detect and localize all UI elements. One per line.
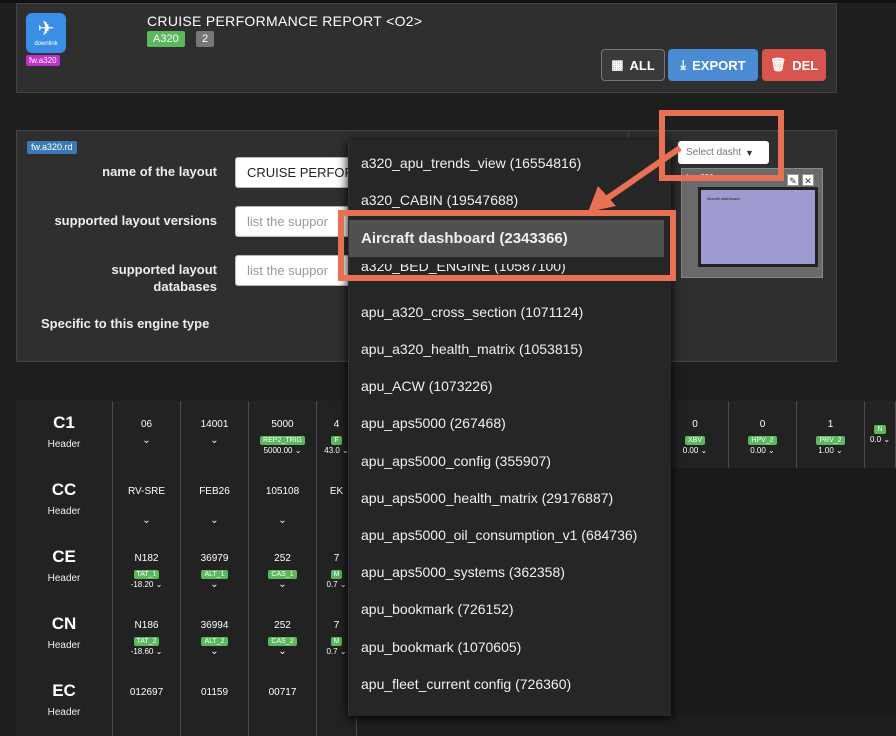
databases-label-line1: supported layout <box>111 262 217 277</box>
dropdown-item[interactable]: a320_apu_trends_view (16554816) <box>361 155 581 171</box>
chevron-down-icon: ⌄ <box>142 435 151 446</box>
app-logo: ✈ downlink <box>26 13 66 53</box>
rd-tag: fw.a320.rd <box>27 141 77 154</box>
edit-icon[interactable]: ✎ <box>787 174 799 186</box>
logo-caption: downlink <box>34 41 58 47</box>
name-label: name of the layout <box>102 164 217 179</box>
row-sub: Header <box>47 640 81 651</box>
grid-row: CC Header RV-SRE ⌄ FEB26 ⌄ 105108 ⌄ EK <box>16 468 357 535</box>
row-header: EC Header <box>16 669 113 736</box>
dropdown-item[interactable]: apu_aps5000 (267468) <box>361 415 506 431</box>
dropdown-item[interactable]: apu_bookmark (1070605) <box>361 639 521 655</box>
grid-cell[interactable]: 0 HPV_2 0.00 ⌄ <box>729 401 797 468</box>
count-badge: 2 <box>196 31 215 47</box>
trash-icon: 🗑 <box>769 57 787 72</box>
grid-cell[interactable]: N182 TAT_1 -18.20 ⌄ <box>113 535 181 602</box>
dropdown-item[interactable]: a320_CABIN (19547688) <box>361 192 518 208</box>
row-sub: Header <box>47 707 81 718</box>
row-sub: Header <box>47 439 81 450</box>
close-icon[interactable]: ✕ <box>802 174 814 186</box>
grid-cell[interactable]: 252 CAS_2 ⌄ <box>249 602 317 669</box>
row-code: CE <box>52 547 76 566</box>
dropdown-item[interactable]: apu_aps5000_config (355907) <box>361 453 551 469</box>
all-button-label: ALL <box>629 57 655 73</box>
grid-row: CE Header N182 TAT_1 -18.20 ⌄ 36979 ALT_1 ⌄ 2… <box>16 535 357 602</box>
row-code: EC <box>52 681 76 700</box>
engine-label: Specific to this engine type <box>41 316 210 331</box>
chevron-down-icon: ⌄ <box>210 435 219 446</box>
export-button[interactable]: ⤓ EXPORT <box>668 49 758 81</box>
dropdown-item[interactable]: apu_aps5000_systems (362358) <box>361 564 565 580</box>
dropdown-item[interactable]: apu_aps5000_health_matrix (29176887) <box>361 490 613 506</box>
grid-cell[interactable]: FEB26 ⌄ <box>181 468 249 535</box>
airplane-icon: ✈ <box>37 18 55 40</box>
preview-screen: Aircraft dashboard <box>698 187 818 267</box>
dropdown-item[interactable]: apu_ACW (1073226) <box>361 378 493 394</box>
aircraft-badge: A320 <box>147 31 185 47</box>
row-header: CN Header <box>16 602 113 669</box>
all-button[interactable]: ▦ ALL <box>601 49 665 81</box>
databases-label-line2: databases <box>153 279 217 294</box>
dashboard-preview: fw.a320 ✎ ✕ Aircraft dashboard <box>681 168 823 278</box>
grid-icon: ▦ <box>611 57 624 72</box>
grid-cell[interactable]: RV-SRE ⌄ <box>113 468 181 535</box>
grid-cell[interactable]: 36994 ALT_2 ⌄ <box>181 602 249 669</box>
page-title: CRUISE PERFORMANCE REPORT <O2> <box>147 13 423 29</box>
dropdown-item[interactable]: apu_a320_cross_section (1071124) <box>361 304 583 320</box>
grid-cell[interactable]: 14001 ⌄ <box>181 401 249 468</box>
row-code: CC <box>51 480 77 499</box>
grid-cell[interactable]: 252 CAS_1 ⌄ <box>249 535 317 602</box>
dropdown-item[interactable]: apu_fleet_current config (726360) <box>361 676 571 692</box>
grid-cell[interactable]: N186 TAT_2 -18.60 ⌄ <box>113 602 181 669</box>
grid-cell[interactable]: 105108 ⌄ <box>249 468 317 535</box>
row-sub: Header <box>47 573 81 584</box>
grid-cell[interactable]: N 0.0 ⌄ <box>865 401 896 468</box>
grid-cell[interactable]: 36979 ALT_1 ⌄ <box>181 535 249 602</box>
row-header: C1 Header <box>16 401 113 468</box>
grid-cell[interactable]: 01159 <box>181 669 249 736</box>
row-header: CE Header <box>16 535 113 602</box>
delete-button-label: DEL <box>792 57 819 73</box>
grid-row: EC Header 012697 01159 00717 <box>16 669 357 736</box>
dropdown-item[interactable]: apu_aps5000_oil_consumption_v1 (684736) <box>361 527 637 543</box>
row-sub: Header <box>47 506 81 517</box>
grid-cell[interactable]: 012697 <box>113 669 181 736</box>
delete-button[interactable]: 🗑 DEL <box>762 49 826 81</box>
grid-cell[interactable]: 1 PRV_2 1.00 ⌄ <box>797 401 865 468</box>
report-header: ✈ downlink fw.a320 CRUISE PERFORMANCE RE… <box>16 3 837 93</box>
versions-label: supported layout versions <box>54 213 217 228</box>
grid-cell[interactable]: 5000 REP2_TRIG 5000.00 ⌄ <box>249 401 317 468</box>
fw-tag: fw.a320 <box>26 55 60 66</box>
grid-cell[interactable]: 00717 <box>249 669 317 736</box>
grid-cell[interactable]: 06 ⌄ <box>113 401 181 468</box>
dropdown-item[interactable]: apu_a320_health_matrix (1053815) <box>361 341 583 357</box>
row-code: CN <box>51 614 77 633</box>
grid-cell[interactable]: 0 XBV 0.00 ⌄ <box>661 401 729 468</box>
dropdown-item[interactable]: apu_bookmark (726152) <box>361 601 514 617</box>
row-header: CC Header <box>16 468 113 535</box>
grid-row: CN Header N186 TAT_2 -18.60 ⌄ 36994 ALT_2 ⌄ 2… <box>16 602 357 669</box>
row-code: C1 <box>53 413 75 432</box>
preview-screen-text: Aircraft dashboard <box>701 190 815 264</box>
callout-arrow <box>588 145 682 212</box>
export-button-label: EXPORT <box>692 57 746 73</box>
export-icon: ⤓ <box>680 57 687 72</box>
